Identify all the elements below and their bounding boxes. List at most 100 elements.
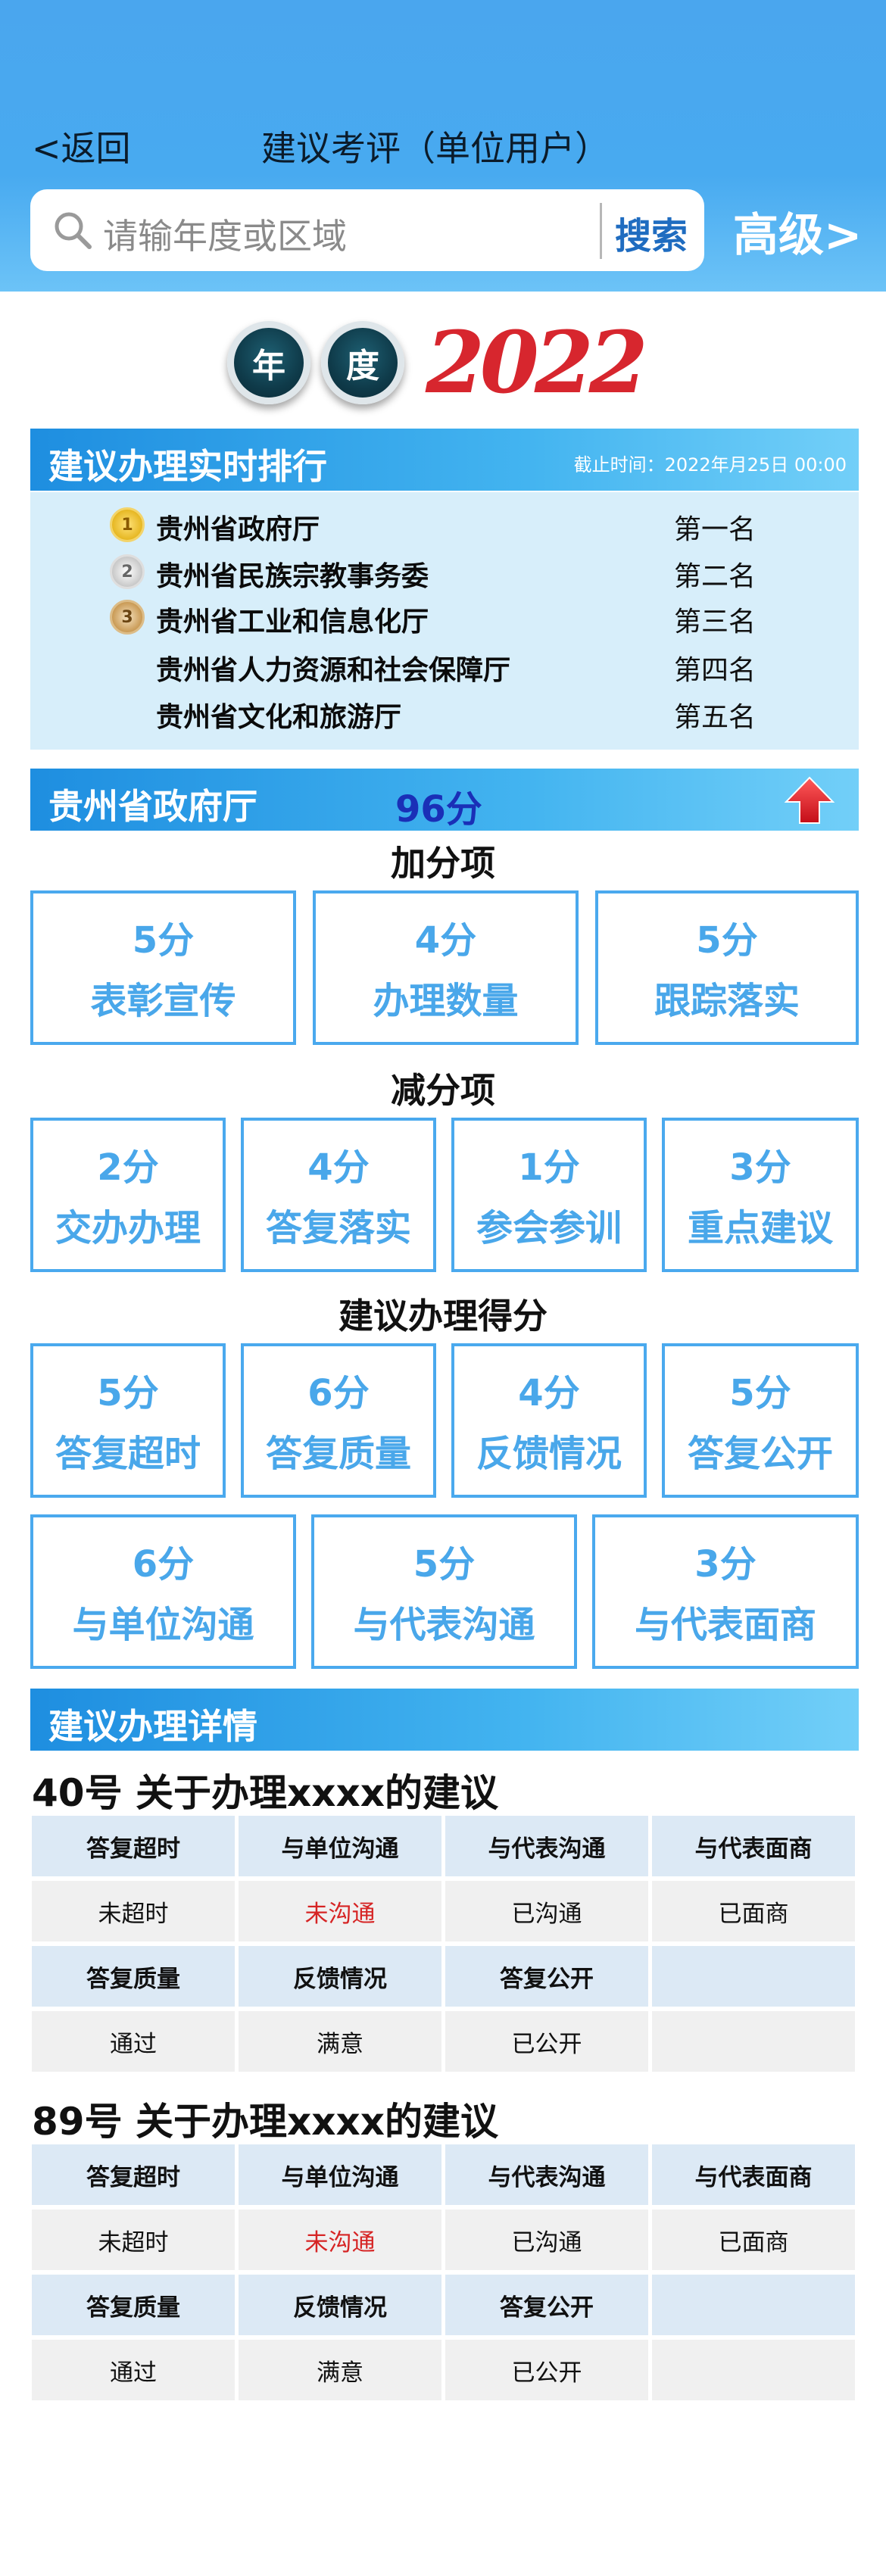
bonus-item-card[interactable]: 5分 跟踪落实 <box>595 890 859 1045</box>
page-title-text: 建议考评（单位用户） <box>261 128 610 169</box>
handling-item-card[interactable]: 6分 答复质量 <box>241 1343 436 1498</box>
handling-item-points: 5分 <box>729 1372 791 1414</box>
app-header: <返回 建议考评（单位用户） 请输年度或区域 搜索 高级> <box>0 0 886 292</box>
table-header-cell <box>652 1946 855 2007</box>
unit-name: 贵州省政府厅 <box>48 786 257 827</box>
suggestion-detail-table: 答复超时 与单位沟通 与代表沟通 与代表面商 未超时 未沟通 已沟通 已面商 答… <box>32 1816 856 2073</box>
arrow-up-icon <box>784 776 835 824</box>
year-number: 2022 <box>426 313 648 413</box>
table-header-cell: 与单位沟通 <box>239 2144 441 2205</box>
search-icon <box>55 212 92 249</box>
handling-item-card[interactable]: 6分 与单位沟通 <box>30 1514 296 1669</box>
table-value-cell: 满意 <box>239 2340 441 2400</box>
search-button[interactable]: 搜索 <box>615 206 698 259</box>
bonus-item-label: 表彰宣传 <box>90 980 236 1022</box>
table-value-cell: 已面商 <box>652 2210 855 2270</box>
ranking-item-name: 贵州省政府厅 <box>156 514 320 545</box>
table-value-cell <box>652 2011 855 2072</box>
bonus-item-card[interactable]: 5分 表彰宣传 <box>30 890 296 1045</box>
deduct-heading: 减分项 <box>391 1070 495 1111</box>
search-input[interactable]: 请输年度或区域 <box>103 209 347 259</box>
deduct-item-points: 2分 <box>97 1146 159 1189</box>
table-header-cell: 答复公开 <box>445 2275 648 2335</box>
ranking-deadline: 截止时间：2022年月25日 00:00 <box>573 454 847 476</box>
bonus-item-card[interactable]: 4分 办理数量 <box>313 890 579 1045</box>
ranking-item-position: 第四名 <box>674 655 757 686</box>
handling-item-label: 与代表面商 <box>634 1604 816 1646</box>
table-value-cell: 已沟通 <box>445 2210 648 2270</box>
page-title: 建议考评（单位用户） <box>0 121 886 171</box>
handling-item-label: 反馈情况 <box>476 1433 622 1475</box>
handling-item-label: 答复超时 <box>55 1433 201 1475</box>
handling-item-label: 与代表沟通 <box>353 1604 535 1646</box>
handling-item-card[interactable]: 3分 与代表面商 <box>592 1514 859 1669</box>
handling-item-points: 3分 <box>694 1543 757 1586</box>
ranking-item[interactable]: 贵州省人力资源和社会保障厅 第四名 <box>30 644 859 689</box>
handling-item-label: 答复质量 <box>265 1433 411 1475</box>
search-divider <box>600 203 602 259</box>
table-value-cell: 通过 <box>32 2340 235 2400</box>
ranking-list: 1 贵州省政府厅 第一名 2 贵州省民族宗教事务委 第二名 3 贵州省工业和信息… <box>30 492 859 750</box>
year-badge: 年 度 2022 <box>227 309 651 423</box>
table-value-cell: 未超时 <box>32 2210 235 2270</box>
unit-total-score: 96分 <box>395 788 482 831</box>
handling-item-points: 5分 <box>97 1372 159 1414</box>
deduct-item-label: 交办办理 <box>55 1207 201 1249</box>
table-value-cell: 已公开 <box>445 2011 648 2072</box>
table-header-cell: 与代表沟通 <box>445 2144 648 2205</box>
table-value-cell: 已面商 <box>652 1881 855 1941</box>
table-header-cell: 与代表面商 <box>652 1816 855 1876</box>
handling-item-points: 4分 <box>518 1372 580 1414</box>
ranking-item-name: 贵州省民族宗教事务委 <box>156 561 429 592</box>
ranking-item[interactable]: 3 贵州省工业和信息化厅 第三名 <box>30 595 859 641</box>
suggestion-title[interactable]: 89号 关于办理xxxx的建议 <box>32 2091 498 2146</box>
table-value-cell: 满意 <box>239 2011 441 2072</box>
ranking-item-name: 贵州省工业和信息化厅 <box>156 607 429 638</box>
table-value-cell: 未沟通 <box>239 2210 441 2270</box>
ranking-item[interactable]: 2 贵州省民族宗教事务委 第二名 <box>30 550 859 595</box>
details-header: 建议办理详情 <box>30 1689 859 1751</box>
deduct-item-label: 重点建议 <box>687 1207 833 1249</box>
deduct-item-label: 参会参训 <box>476 1207 622 1249</box>
ranking-item-position: 第五名 <box>674 702 757 733</box>
bonus-heading: 加分项 <box>391 843 495 884</box>
deduct-item-points: 4分 <box>307 1146 370 1189</box>
ranking-header: 建议办理实时排行 截止时间：2022年月25日 00:00 <box>30 429 859 491</box>
table-header-cell: 答复超时 <box>32 1816 235 1876</box>
table-header-cell: 答复超时 <box>32 2144 235 2205</box>
table-header-cell: 答复质量 <box>32 1946 235 2007</box>
deduct-item-card[interactable]: 2分 交办办理 <box>30 1118 226 1272</box>
year-char-badge-1: 年 <box>227 321 310 404</box>
ranking-item[interactable]: 1 贵州省政府厅 第一名 <box>30 503 859 548</box>
handling-item-card[interactable]: 5分 与代表沟通 <box>311 1514 577 1669</box>
ranking-item-name: 贵州省文化和旅游厅 <box>156 702 402 733</box>
table-value-cell: 已公开 <box>445 2340 648 2400</box>
handling-item-points: 5分 <box>413 1543 476 1586</box>
handling-item-card[interactable]: 5分 答复超时 <box>30 1343 226 1498</box>
bonus-item-points: 5分 <box>696 919 758 962</box>
ranking-item-position: 第一名 <box>674 514 757 545</box>
table-header-cell: 反馈情况 <box>239 1946 441 2007</box>
suggestion-detail-table: 答复超时 与单位沟通 与代表沟通 与代表面商 未超时 未沟通 已沟通 已面商 答… <box>32 2144 856 2402</box>
handling-item-card[interactable]: 4分 反馈情况 <box>451 1343 647 1498</box>
table-value-cell: 未超时 <box>32 1881 235 1941</box>
table-value-cell: 通过 <box>32 2011 235 2072</box>
deduct-item-card[interactable]: 1分 参会参训 <box>451 1118 647 1272</box>
advanced-search-button[interactable]: 高级> <box>733 198 862 264</box>
details-title: 建议办理详情 <box>48 1706 257 1747</box>
deduct-item-card[interactable]: 3分 重点建议 <box>662 1118 859 1272</box>
handling-item-label: 答复公开 <box>687 1433 833 1475</box>
handling-heading: 建议办理得分 <box>338 1296 548 1336</box>
bonus-item-points: 4分 <box>414 919 477 962</box>
suggestion-title[interactable]: 40号 关于办理xxxx的建议 <box>32 1763 498 1817</box>
table-value-cell: 未沟通 <box>239 1881 441 1941</box>
ranking-item-position: 第二名 <box>674 561 757 592</box>
handling-item-points: 6分 <box>132 1543 195 1586</box>
ranking-item-name: 贵州省人力资源和社会保障厅 <box>156 655 511 686</box>
ranking-item[interactable]: 贵州省文化和旅游厅 第五名 <box>30 691 859 736</box>
table-header-cell: 答复公开 <box>445 1946 648 2007</box>
handling-item-card[interactable]: 5分 答复公开 <box>662 1343 859 1498</box>
table-header-cell: 与单位沟通 <box>239 1816 441 1876</box>
bronze-medal-icon: 3 <box>110 600 145 635</box>
deduct-item-card[interactable]: 4分 答复落实 <box>241 1118 436 1272</box>
